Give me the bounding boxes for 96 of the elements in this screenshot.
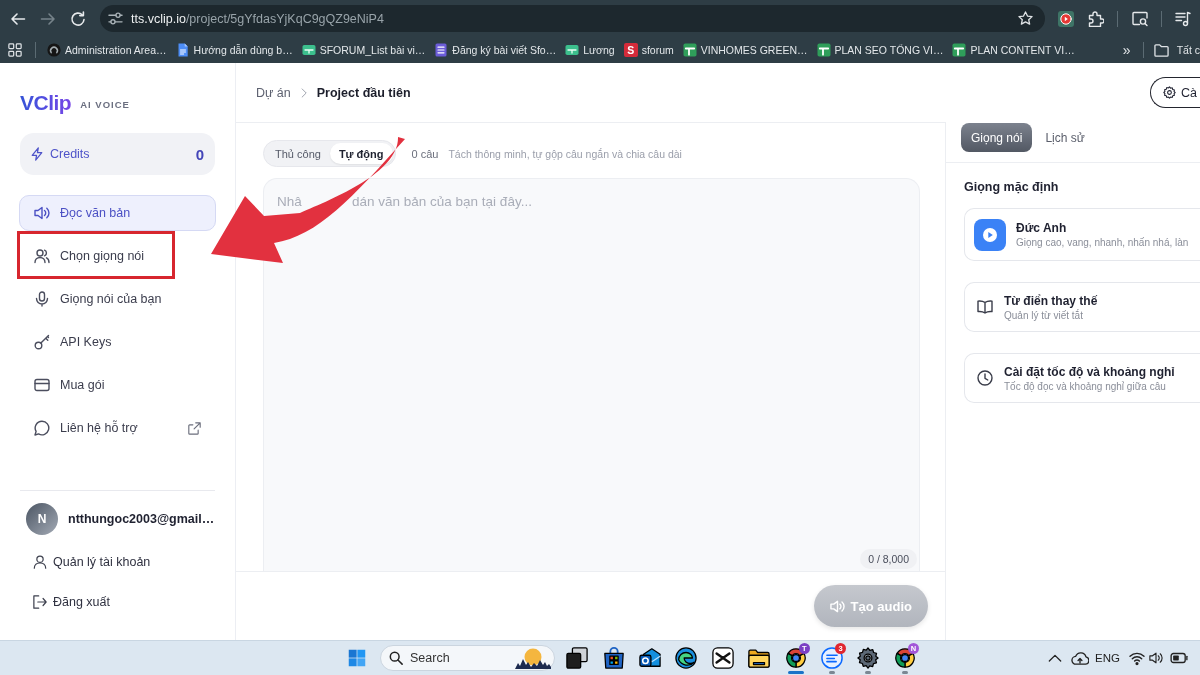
- language-indicator[interactable]: ENG: [1095, 652, 1120, 664]
- puzzle-icon[interactable]: [1088, 10, 1104, 27]
- speaker-icon: [34, 205, 50, 221]
- option-card[interactable]: Cài đặt tốc độ và khoảng nghỉ Tốc độ đọc và khoảng nghỉ giữa câu: [964, 353, 1200, 403]
- card-title: Đức Anh: [1016, 221, 1068, 235]
- logo-tagline: AI VOICE: [80, 99, 130, 110]
- bookmark[interactable]: S sforum: [623, 43, 674, 57]
- card-subtitle: Giọng cao, vang, nhanh, nhấn nhá, làn: [1016, 237, 1189, 248]
- gear-icon: [857, 647, 880, 669]
- lines-circle-icon: [820, 647, 843, 669]
- option-card[interactable]: Đức Anh Giọng cao, vang, nhanh, nhấn nhá, làn: [964, 208, 1200, 261]
- sentence-count: 0 câu: [411, 147, 439, 160]
- nav-item[interactable]: Mua gói: [19, 367, 216, 403]
- card-icon: [34, 377, 50, 393]
- user-icon: [33, 555, 47, 569]
- bookmark[interactable]: PLAN CONTENT VI…: [952, 43, 1075, 57]
- mode-option[interactable]: Thủ công: [266, 143, 330, 164]
- dark-circle-icon: [47, 43, 61, 57]
- key-icon: [34, 334, 50, 350]
- tricolor-circle-icon: [784, 647, 807, 669]
- microphone-icon: [34, 291, 50, 307]
- taskbar-search-button[interactable]: Search: [380, 645, 555, 671]
- star-icon[interactable]: [1018, 11, 1033, 26]
- x-tile-icon: [711, 647, 734, 669]
- mode-option[interactable]: Tự động: [329, 143, 393, 164]
- spreadsheet-icon: [565, 43, 580, 57]
- cloud-icon[interactable]: [1071, 649, 1090, 667]
- book-icon: [977, 299, 993, 315]
- nav-item[interactable]: Đọc văn bản: [19, 195, 216, 231]
- panel-tab[interactable]: Giọng nói: [961, 123, 1033, 152]
- credits-value: 0: [195, 145, 204, 163]
- card-title: Cài đặt tốc độ và khoảng nghỉ: [1004, 364, 1175, 379]
- t-shape-tile-icon: [952, 43, 967, 57]
- text-input-area[interactable]: Nhâ dán văn bản của bạn tại đây... 0 / 8,000: [263, 178, 920, 571]
- bookmark[interactable]: Administration Area…: [47, 43, 167, 57]
- split-hint: Tách thông minh, tự gộp câu ngắn và chia câu dài: [448, 147, 682, 160]
- option-card[interactable]: Từ điển thay thế Quản lý từ viết tắt: [964, 282, 1200, 332]
- avatar: N: [26, 503, 58, 535]
- t-shape-tile-icon: [816, 43, 831, 57]
- shopping-bag-icon: [602, 647, 625, 669]
- playlist-icon[interactable]: [1175, 10, 1191, 27]
- bookmark[interactable]: Hướng dẫn dùng b…: [175, 43, 293, 57]
- panel-tab[interactable]: Lịch sử: [1035, 123, 1095, 152]
- reload-icon[interactable]: [70, 10, 86, 27]
- volume-icon[interactable]: [1149, 651, 1163, 665]
- wifi-icon[interactable]: [1129, 650, 1145, 666]
- clock-icon: [977, 370, 993, 386]
- more-bookmarks-button[interactable]: »: [1122, 42, 1131, 58]
- breadcrumb-item[interactable]: Dự án: [256, 85, 291, 100]
- address-bar[interactable]: tts.vclip.io/project/5gYfdasYjKqC9gQZ9eNiP4: [100, 5, 1045, 32]
- tune-icon[interactable]: [108, 11, 123, 26]
- tab-search-icon[interactable]: [1132, 10, 1148, 27]
- t-shape-tile-icon: [682, 43, 697, 57]
- users-icon: [34, 248, 50, 264]
- site-logo: S: [623, 43, 638, 57]
- card-subtitle: Quản lý từ viết tắt: [1004, 309, 1084, 321]
- user-email: ntthungoc2003@gmail…: [68, 512, 215, 526]
- speaker-icon: [829, 598, 845, 614]
- envelope-icon: [638, 647, 661, 669]
- search-icon: [389, 651, 403, 665]
- chat-bubble-icon: [34, 420, 50, 436]
- play-tile-icon[interactable]: [1058, 10, 1074, 27]
- bookmark[interactable]: PLAN SEO TỔNG VI…: [816, 43, 944, 57]
- account-link[interactable]: Quản lý tài khoản: [19, 547, 216, 577]
- bookmark[interactable]: Lương: [565, 43, 615, 57]
- breadcrumb-item: Project đầu tiên: [316, 85, 411, 100]
- bookmark[interactable]: SFORUM_List bài vi…: [301, 43, 426, 57]
- nav-item[interactable]: Chọn giọng nói: [19, 238, 216, 274]
- credits-label: Credits: [50, 147, 90, 161]
- nav-item[interactable]: Giọng nói của bạn: [19, 281, 216, 317]
- spreadsheet-icon: [301, 43, 316, 57]
- overlapping-windows-icon: [566, 647, 589, 669]
- moon-landscape-icon: [515, 647, 551, 669]
- nav-item[interactable]: Liên hệ hỗ trợ: [19, 410, 216, 446]
- account-link[interactable]: Đăng xuất: [19, 587, 216, 617]
- swirl-circle-icon: [675, 647, 698, 669]
- lines-tile-icon: [434, 43, 449, 57]
- apps-grid-icon[interactable]: [8, 43, 22, 57]
- card-title: Từ điển thay thế: [1004, 293, 1098, 308]
- start-menu-icon: [348, 649, 366, 667]
- folder-icon: [1153, 42, 1169, 58]
- settings-button[interactable]: Cà: [1150, 77, 1200, 108]
- bookmark[interactable]: VINHOMES GREEN…: [682, 43, 808, 57]
- bookmark[interactable]: Đăng ký bài viết Sfo…: [434, 43, 557, 57]
- all-bookmarks-button[interactable]: Tất c: [1153, 42, 1200, 58]
- gear-icon: [1163, 86, 1176, 99]
- nav-item[interactable]: API Keys: [19, 324, 216, 360]
- logout-icon: [33, 595, 47, 609]
- lightning-icon: [30, 147, 44, 161]
- card-subtitle: Tốc độ đọc và khoảng nghỉ giữa câu: [1004, 380, 1167, 392]
- back-icon[interactable]: [10, 10, 26, 27]
- character-counter: 0 / 8,000: [860, 549, 917, 569]
- section-title: Giọng mặc định: [964, 180, 1060, 194]
- tricolor-circle-icon: [893, 647, 916, 669]
- folder-icon: [748, 647, 771, 669]
- play-button-icon: [974, 218, 1006, 251]
